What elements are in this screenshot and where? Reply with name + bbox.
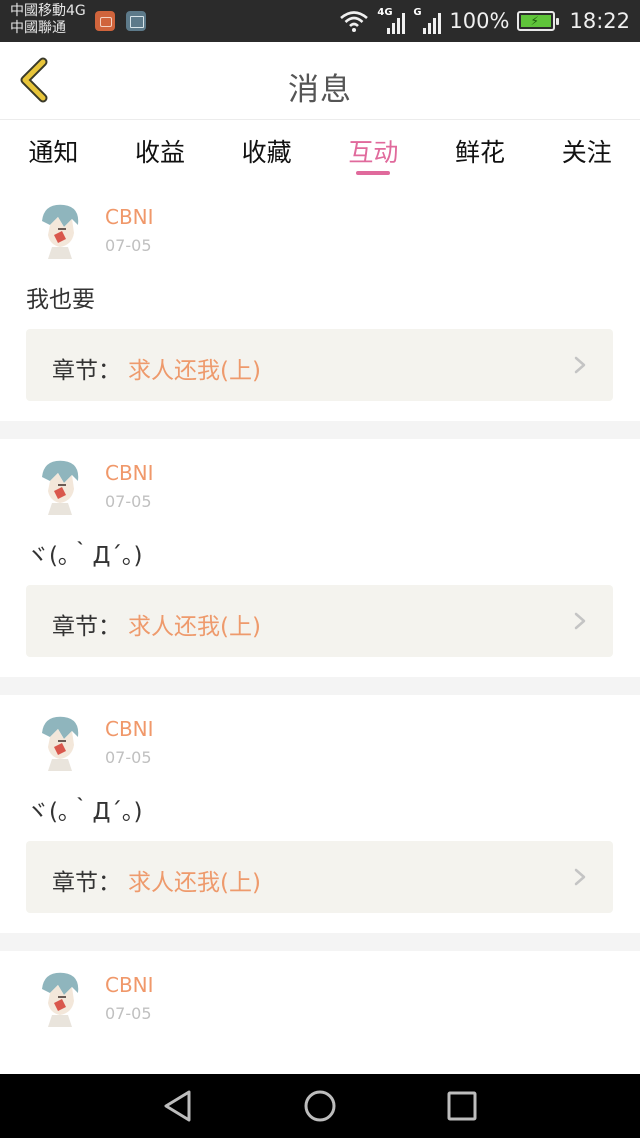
message-date: 07-05 <box>105 748 152 767</box>
username[interactable]: CBNI <box>105 461 154 485</box>
tab-bar: 通知 收益 收藏 互动 鲜花 关注 <box>0 121 640 183</box>
chapter-link[interactable]: 章节： 求人还我(上) <box>26 329 613 401</box>
chapter-title: 求人还我(上) <box>128 614 261 640</box>
battery-icon: ⚡ <box>517 11 560 31</box>
chapter-label: 章节： <box>52 870 121 896</box>
tab-following[interactable]: 关注 <box>533 121 640 183</box>
nav-home-icon[interactable] <box>302 1088 338 1124</box>
nav-back-icon[interactable] <box>160 1088 196 1124</box>
avatar[interactable] <box>28 967 88 1029</box>
tab-interactions[interactable]: 互动 <box>320 121 427 183</box>
message-card[interactable]: CBNI 07-05 我也要 章节： 求人还我(上) <box>0 183 640 421</box>
carrier-line-2: 中國聯通 <box>10 20 66 36</box>
message-text: 我也要 <box>26 287 95 313</box>
message-card[interactable]: CBNI 07-05 <box>0 951 640 1074</box>
signal-icon-2: G <box>413 7 442 34</box>
chapter-link[interactable]: 章节： 求人还我(上) <box>26 841 613 913</box>
chevron-right-icon <box>574 868 586 886</box>
avatar[interactable] <box>28 455 88 517</box>
page-title: 消息 <box>288 72 352 108</box>
battery-percent: 100% <box>449 9 510 33</box>
gallery-notification-icon <box>126 11 146 31</box>
chapter-title: 求人还我(上) <box>128 358 261 384</box>
signal-icon: 4G <box>377 7 406 34</box>
chapter-label: 章节： <box>52 614 121 640</box>
mail-notification-icon <box>95 11 115 31</box>
avatar[interactable] <box>28 199 88 261</box>
message-list: CBNI 07-05 我也要 章节： 求人还我(上) CBNI 07-05 ヾ(… <box>0 183 640 1074</box>
clock: 18:22 <box>569 9 630 33</box>
message-card[interactable]: CBNI 07-05 ヾ(｡｀Д´｡) 章节： 求人还我(上) <box>0 695 640 933</box>
system-nav-bar <box>0 1074 640 1138</box>
message-date: 07-05 <box>105 492 152 511</box>
username[interactable]: CBNI <box>105 973 154 997</box>
chapter-label: 章节： <box>52 358 121 384</box>
carrier-line-1: 中國移動4G <box>10 3 86 19</box>
carrier-info: 中國移動4G 中國聯通 <box>10 3 86 37</box>
nav-recents-icon[interactable] <box>444 1088 480 1124</box>
message-date: 07-05 <box>105 236 152 255</box>
message-card[interactable]: CBNI 07-05 ヾ(｡｀Д´｡) 章节： 求人还我(上) <box>0 439 640 677</box>
chevron-right-icon <box>574 356 586 374</box>
chevron-right-icon <box>574 612 586 630</box>
avatar[interactable] <box>28 711 88 773</box>
tab-favorites[interactable]: 收藏 <box>213 121 320 183</box>
username[interactable]: CBNI <box>105 717 154 741</box>
status-bar: 中國移動4G 中國聯通 4G G 100% ⚡ 18:22 <box>0 0 640 42</box>
network-type-2: G <box>413 7 422 18</box>
tab-earnings[interactable]: 收益 <box>107 121 214 183</box>
tab-notifications[interactable]: 通知 <box>0 121 107 183</box>
message-text: ヾ(｡｀Д´｡) <box>26 799 143 825</box>
tab-flowers[interactable]: 鲜花 <box>427 121 534 183</box>
status-right: 4G G 100% ⚡ 18:22 <box>339 0 630 42</box>
wifi-icon <box>340 11 369 32</box>
chapter-title: 求人还我(上) <box>128 870 261 896</box>
username[interactable]: CBNI <box>105 205 154 229</box>
chapter-link[interactable]: 章节： 求人还我(上) <box>26 585 613 657</box>
header: 消息 <box>0 42 640 120</box>
message-date: 07-05 <box>105 1004 152 1023</box>
message-text: ヾ(｡｀Д´｡) <box>26 543 143 569</box>
